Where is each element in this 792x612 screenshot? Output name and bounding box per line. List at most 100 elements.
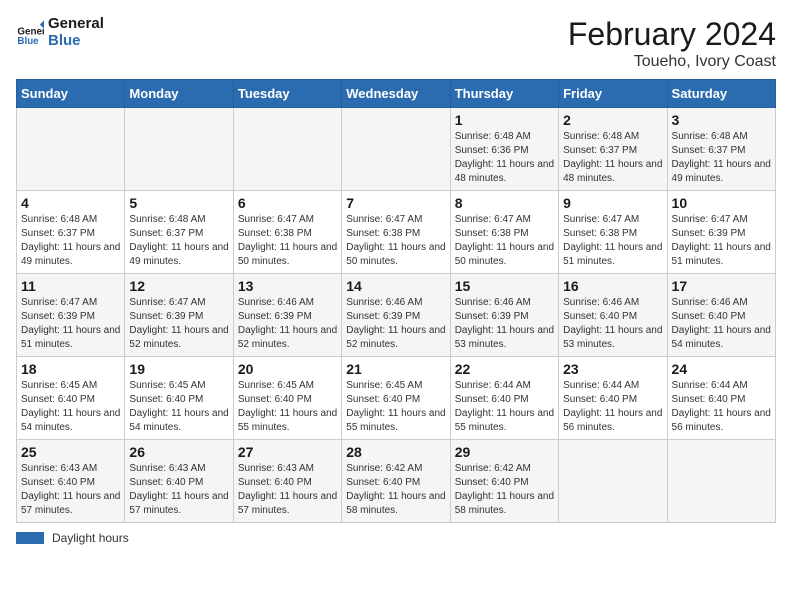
header-cell-saturday: Saturday: [667, 80, 775, 108]
day-number: 12: [129, 278, 228, 294]
calendar-cell: 21 Sunrise: 6:45 AM Sunset: 6:40 PM Dayli…: [342, 357, 450, 440]
day-info: Sunrise: 6:48 AM Sunset: 6:36 PM Dayligh…: [455, 130, 554, 186]
calendar-cell: 7 Sunrise: 6:47 AM Sunset: 6:38 PM Daylig…: [342, 191, 450, 274]
day-number: 3: [672, 112, 771, 128]
calendar-cell: 18 Sunrise: 6:45 AM Sunset: 6:40 PM Dayli…: [17, 357, 125, 440]
logo-blue: Blue: [48, 33, 104, 50]
header-cell-friday: Friday: [559, 80, 667, 108]
calendar-cell: [125, 108, 233, 191]
calendar-cell: 13 Sunrise: 6:46 AM Sunset: 6:39 PM Dayli…: [233, 274, 341, 357]
day-info: Sunrise: 6:46 AM Sunset: 6:40 PM Dayligh…: [672, 296, 771, 352]
day-info: Sunrise: 6:45 AM Sunset: 6:40 PM Dayligh…: [346, 379, 445, 435]
day-number: 5: [129, 195, 228, 211]
day-number: 1: [455, 112, 554, 128]
day-info: Sunrise: 6:47 AM Sunset: 6:38 PM Dayligh…: [563, 213, 662, 269]
day-number: 16: [563, 278, 662, 294]
calendar-cell: 28Sunrise: 6:42 AM Sunset: 6:40 PM Dayli…: [342, 440, 450, 523]
calendar-cell: 19Sunrise: 6:45 AM Sunset: 6:40 PM Dayli…: [125, 357, 233, 440]
day-info: Sunrise: 6:47 AM Sunset: 6:39 PM Dayligh…: [129, 296, 228, 352]
calendar-cell: [559, 440, 667, 523]
footer-legend-text: Daylight hours: [52, 531, 129, 545]
day-info: Sunrise: 6:46 AM Sunset: 6:39 PM Dayligh…: [455, 296, 554, 352]
day-number: 22: [455, 361, 554, 377]
day-number: 28: [346, 444, 445, 460]
day-info: Sunrise: 6:45 AM Sunset: 6:40 PM Dayligh…: [129, 379, 228, 435]
calendar-cell: 5 Sunrise: 6:48 AM Sunset: 6:37 PM Daylig…: [125, 191, 233, 274]
calendar-cell: 4 Sunrise: 6:48 AM Sunset: 6:37 PM Daylig…: [17, 191, 125, 274]
day-info: Sunrise: 6:43 AM Sunset: 6:40 PM Dayligh…: [238, 462, 337, 518]
header-row: SundayMondayTuesdayWednesdayThursdayFrid…: [17, 80, 776, 108]
calendar-cell: 25 Sunrise: 6:43 AM Sunset: 6:40 PM Dayli…: [17, 440, 125, 523]
day-number: 10: [672, 195, 771, 211]
day-number: 23: [563, 361, 662, 377]
calendar-cell: [667, 440, 775, 523]
day-number: 18: [21, 361, 120, 377]
calendar-cell: 15 Sunrise: 6:46 AM Sunset: 6:39 PM Dayli…: [450, 274, 558, 357]
day-info: Sunrise: 6:48 AM Sunset: 6:37 PM Dayligh…: [672, 130, 771, 186]
calendar-cell: 10 Sunrise: 6:47 AM Sunset: 6:39 PM Dayli…: [667, 191, 775, 274]
day-info: Sunrise: 6:47 AM Sunset: 6:39 PM Dayligh…: [21, 296, 120, 352]
day-number: 17: [672, 278, 771, 294]
calendar-cell: 26Sunrise: 6:43 AM Sunset: 6:40 PM Dayli…: [125, 440, 233, 523]
day-number: 4: [21, 195, 120, 211]
week-row-2: 4 Sunrise: 6:48 AM Sunset: 6:37 PM Daylig…: [17, 191, 776, 274]
day-number: 7: [346, 195, 445, 211]
calendar-table: SundayMondayTuesdayWednesdayThursdayFrid…: [16, 79, 776, 523]
calendar-cell: 6Sunrise: 6:47 AM Sunset: 6:38 PM Daylig…: [233, 191, 341, 274]
calendar-cell: 3 Sunrise: 6:48 AM Sunset: 6:37 PM Daylig…: [667, 108, 775, 191]
day-number: 13: [238, 278, 337, 294]
day-info: Sunrise: 6:45 AM Sunset: 6:40 PM Dayligh…: [21, 379, 120, 435]
day-info: Sunrise: 6:46 AM Sunset: 6:40 PM Dayligh…: [563, 296, 662, 352]
header-cell-wednesday: Wednesday: [342, 80, 450, 108]
day-number: 24: [672, 361, 771, 377]
daylight-bar-icon: [16, 532, 44, 544]
calendar-cell: 17 Sunrise: 6:46 AM Sunset: 6:40 PM Dayli…: [667, 274, 775, 357]
calendar-cell: [342, 108, 450, 191]
day-number: 20: [238, 361, 337, 377]
day-number: 15: [455, 278, 554, 294]
day-info: Sunrise: 6:47 AM Sunset: 6:38 PM Dayligh…: [346, 213, 445, 269]
day-number: 2: [563, 112, 662, 128]
week-row-3: 11Sunrise: 6:47 AM Sunset: 6:39 PM Dayli…: [17, 274, 776, 357]
calendar-cell: 9 Sunrise: 6:47 AM Sunset: 6:38 PM Daylig…: [559, 191, 667, 274]
week-row-1: 1 Sunrise: 6:48 AM Sunset: 6:36 PM Daylig…: [17, 108, 776, 191]
svg-text:Blue: Blue: [17, 36, 39, 47]
day-info: Sunrise: 6:48 AM Sunset: 6:37 PM Dayligh…: [21, 213, 120, 269]
calendar-cell: 27 Sunrise: 6:43 AM Sunset: 6:40 PM Dayli…: [233, 440, 341, 523]
day-info: Sunrise: 6:45 AM Sunset: 6:40 PM Dayligh…: [238, 379, 337, 435]
logo-general: General: [48, 16, 104, 33]
subtitle: Toueho, Ivory Coast: [568, 53, 776, 71]
day-info: Sunrise: 6:47 AM Sunset: 6:39 PM Dayligh…: [672, 213, 771, 269]
day-number: 9: [563, 195, 662, 211]
logo-icon: General Blue: [16, 19, 44, 47]
day-info: Sunrise: 6:44 AM Sunset: 6:40 PM Dayligh…: [563, 379, 662, 435]
calendar-cell: 23 Sunrise: 6:44 AM Sunset: 6:40 PM Dayli…: [559, 357, 667, 440]
calendar-cell: 11Sunrise: 6:47 AM Sunset: 6:39 PM Dayli…: [17, 274, 125, 357]
day-info: Sunrise: 6:44 AM Sunset: 6:40 PM Dayligh…: [455, 379, 554, 435]
day-info: Sunrise: 6:46 AM Sunset: 6:39 PM Dayligh…: [346, 296, 445, 352]
day-info: Sunrise: 6:44 AM Sunset: 6:40 PM Dayligh…: [672, 379, 771, 435]
calendar-cell: 12 Sunrise: 6:47 AM Sunset: 6:39 PM Dayli…: [125, 274, 233, 357]
day-number: 27: [238, 444, 337, 460]
calendar-cell: 24 Sunrise: 6:44 AM Sunset: 6:40 PM Dayli…: [667, 357, 775, 440]
logo: General Blue General Blue: [16, 16, 104, 49]
day-number: 21: [346, 361, 445, 377]
calendar-cell: 1 Sunrise: 6:48 AM Sunset: 6:36 PM Daylig…: [450, 108, 558, 191]
day-info: Sunrise: 6:48 AM Sunset: 6:37 PM Dayligh…: [129, 213, 228, 269]
day-info: Sunrise: 6:43 AM Sunset: 6:40 PM Dayligh…: [129, 462, 228, 518]
calendar-cell: 8 Sunrise: 6:47 AM Sunset: 6:38 PM Daylig…: [450, 191, 558, 274]
header-cell-thursday: Thursday: [450, 80, 558, 108]
calendar-cell: [233, 108, 341, 191]
day-number: 25: [21, 444, 120, 460]
week-row-5: 25 Sunrise: 6:43 AM Sunset: 6:40 PM Dayli…: [17, 440, 776, 523]
day-info: Sunrise: 6:46 AM Sunset: 6:39 PM Dayligh…: [238, 296, 337, 352]
day-info: Sunrise: 6:42 AM Sunset: 6:40 PM Dayligh…: [455, 462, 554, 518]
day-info: Sunrise: 6:47 AM Sunset: 6:38 PM Dayligh…: [238, 213, 337, 269]
calendar-cell: 2Sunrise: 6:48 AM Sunset: 6:37 PM Daylig…: [559, 108, 667, 191]
day-info: Sunrise: 6:43 AM Sunset: 6:40 PM Dayligh…: [21, 462, 120, 518]
calendar-cell: 14 Sunrise: 6:46 AM Sunset: 6:39 PM Dayli…: [342, 274, 450, 357]
day-number: 8: [455, 195, 554, 211]
header-cell-sunday: Sunday: [17, 80, 125, 108]
day-info: Sunrise: 6:47 AM Sunset: 6:38 PM Dayligh…: [455, 213, 554, 269]
day-number: 14: [346, 278, 445, 294]
